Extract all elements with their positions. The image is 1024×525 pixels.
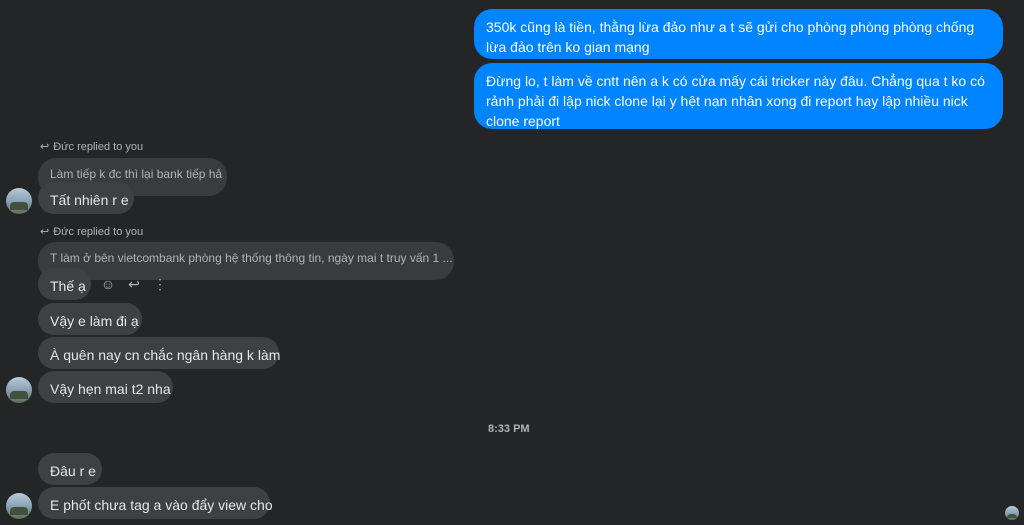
timestamp: 8:33 PM bbox=[488, 423, 530, 435]
quoted-message[interactable]: T làm ở bên vietcombank phòng hệ thống t… bbox=[38, 242, 454, 280]
incoming-message[interactable]: Vậy hẹn mai t2 nha bbox=[38, 371, 173, 403]
incoming-message[interactable]: À quên nay cn chắc ngân hàng k làm bbox=[38, 337, 280, 369]
outgoing-message[interactable]: Đừng lo, t làm về cntt nên a k có cửa mấ… bbox=[474, 63, 1003, 129]
reply-icon: ↩ bbox=[40, 141, 50, 153]
sender-avatar[interactable] bbox=[6, 377, 32, 403]
outgoing-message[interactable]: 350k cũng là tiền, thằng lừa đảo như a t… bbox=[474, 9, 1003, 59]
seen-avatar bbox=[1005, 506, 1019, 520]
reply-label: ↩ Đức replied to you bbox=[40, 225, 143, 238]
incoming-message[interactable]: Thế ạ bbox=[38, 268, 91, 300]
sender-avatar[interactable] bbox=[6, 188, 32, 214]
message-actions: ☺ ↩ ⋮ bbox=[100, 276, 168, 293]
react-icon[interactable]: ☺ bbox=[100, 276, 116, 292]
reply-icon[interactable]: ↩ bbox=[126, 276, 142, 293]
sender-avatar[interactable] bbox=[6, 493, 32, 519]
reply-label: ↩ Đức replied to you bbox=[40, 140, 143, 153]
incoming-message[interactable]: Đâu r e bbox=[38, 453, 102, 485]
incoming-message[interactable]: E phốt chưa tag a vào đẩy view cho bbox=[38, 487, 273, 519]
incoming-message[interactable]: Tất nhiên r e bbox=[38, 182, 134, 214]
reply-icon: ↩ bbox=[40, 226, 50, 238]
reply-label-text: Đức replied to you bbox=[53, 141, 144, 153]
more-icon[interactable]: ⋮ bbox=[152, 276, 168, 293]
reply-label-text: Đức replied to you bbox=[53, 226, 144, 238]
incoming-message[interactable]: Vậy e làm đi ạ bbox=[38, 303, 142, 335]
